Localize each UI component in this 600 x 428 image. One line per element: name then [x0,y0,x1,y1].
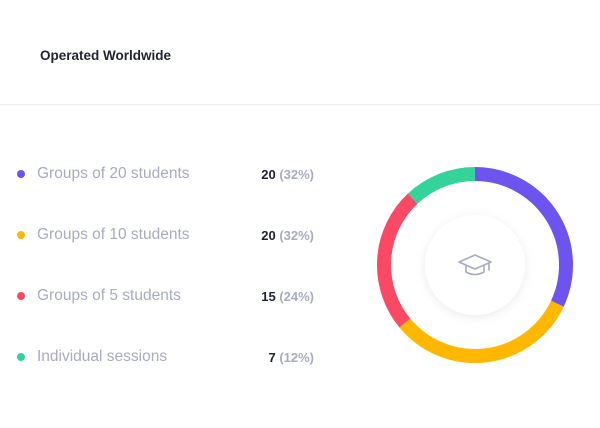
legend-item: Groups of 5 students 15 (24%) [17,274,317,318]
legend-dot [17,170,25,178]
legend-item: Individual sessions 7 (12%) [17,335,317,379]
legend-value: 20 (32%) [261,167,314,182]
legend-count: 20 [261,166,276,182]
legend-percent: (32%) [279,227,314,243]
donut-slice [377,193,418,328]
legend-dot [17,292,25,300]
legend-percent: (32%) [279,166,314,182]
legend-item: Groups of 10 students 20 (32%) [17,213,317,257]
card-title: Operated Worldwide [40,47,172,63]
legend-dot [17,353,25,361]
legend-count: 20 [261,227,276,243]
legend-item: Groups of 20 students 20 (32%) [17,152,317,196]
legend-label: Groups of 20 students [37,165,190,182]
legend-value: 20 (32%) [261,228,314,243]
legend-count: 15 [261,288,276,304]
legend-label: Groups of 10 students [37,226,190,243]
legend-count: 7 [268,349,276,365]
card-header: Operated Worldwide [0,0,600,105]
legend-value: 15 (24%) [261,289,314,304]
donut-chart-svg [377,167,573,363]
legend-percent: (24%) [279,288,314,304]
legend-dot [17,231,25,239]
legend-value: 7 (12%) [268,350,314,365]
legend-label: Groups of 5 students [37,287,181,304]
donut-chart [370,160,580,370]
legend-label: Individual sessions [37,348,168,365]
donut-slice [407,167,476,204]
chart-legend: Groups of 20 students 20 (32%) Groups of… [17,152,317,396]
legend-percent: (12%) [279,349,314,365]
operated-worldwide-card: Operated Worldwide Groups of 20 students… [0,0,600,428]
donut-center [425,215,525,315]
